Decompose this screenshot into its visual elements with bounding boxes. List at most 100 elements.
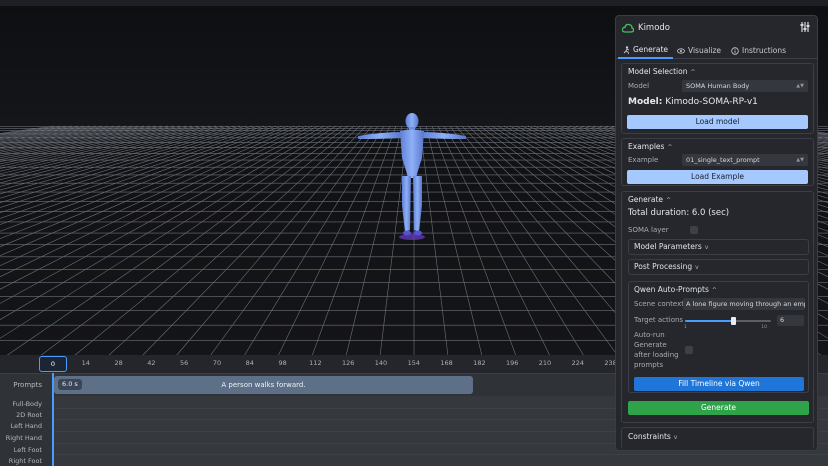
soma-layer-checkbox[interactable] [690, 226, 698, 234]
post-processing-section[interactable]: Post Processing v [628, 259, 809, 275]
ruler-tick: 182 [473, 359, 486, 367]
tab-visualize-label: Visualize [688, 46, 722, 55]
playhead-marker[interactable]: 0 [39, 356, 67, 372]
model-parameters-section[interactable]: Model Parameters v [628, 239, 809, 255]
tab-visualize[interactable]: Visualize [672, 42, 726, 59]
select-arrows-icon: ▲▼ [796, 83, 804, 89]
track-label-prompts: Prompts [13, 381, 42, 389]
model-select-value: SOMA Human Body [686, 82, 750, 90]
panel-header: Kimodo [616, 16, 817, 40]
constraints-title: Constraints [628, 432, 671, 441]
app-title: Kimodo [638, 23, 671, 33]
model-select[interactable]: SOMA Human Body ▲▼ [682, 80, 808, 92]
track-divider [54, 454, 828, 455]
fill-timeline-qwen-button[interactable]: Fill Timeline via Qwen [634, 377, 804, 391]
human-avatar[interactable] [352, 110, 480, 242]
slider-thumb[interactable] [730, 317, 736, 325]
slider-max-label: 10 [761, 325, 767, 330]
generate-header[interactable]: Generate ^ [628, 195, 671, 204]
auto-run-label-line: prompts [634, 361, 664, 369]
caret-up-icon: ^ [690, 69, 696, 76]
model-parameters-header: Model Parameters v [634, 242, 708, 251]
constraints-section[interactable]: Constraints v [621, 427, 814, 449]
track-label-2d-root: 2D Root [16, 411, 42, 419]
prompt-segment[interactable]: A person walks forward. 6.0 s [54, 376, 473, 394]
tab-instructions[interactable]: Instructions [726, 42, 791, 59]
ruler-tick: 70 [212, 359, 222, 367]
model-name-value: Kimodo-SOMA-RP-v1 [665, 97, 758, 107]
eye-icon [677, 47, 685, 54]
track-label-right-hand: Right Hand [5, 434, 42, 442]
examples-header[interactable]: Examples ^ [628, 142, 672, 151]
qwen-title: Qwen Auto-Prompts [634, 285, 709, 294]
generate-button[interactable]: Generate [628, 401, 809, 415]
auto-run-label-line: after loading [634, 351, 679, 359]
panel-tabs: Generate Visualize Instructions [616, 42, 817, 59]
post-processing-header: Post Processing v [634, 262, 699, 271]
caret-down-icon: v [704, 244, 709, 251]
run-figure-icon [623, 45, 630, 54]
model-selection-header[interactable]: Model Selection ^ [628, 67, 696, 76]
sliders-settings-icon[interactable] [799, 21, 811, 33]
qwen-auto-prompts-section: Qwen Auto-Prompts ^ Scene context A lone … [628, 281, 809, 393]
ruler-tick: 168 [440, 359, 453, 367]
load-model-button[interactable]: Load model [627, 115, 808, 129]
example-label: Example [628, 156, 659, 164]
scene-context-label: Scene context [634, 300, 684, 308]
scene-context-input[interactable]: A lone figure moving through an empt [683, 298, 805, 310]
model-label: Model [628, 82, 650, 90]
ruler-tick: 154 [407, 359, 421, 367]
ruler-tick: 56 [180, 359, 189, 367]
caret-down-icon: v [673, 434, 678, 441]
target-actions-label: Target actions [634, 316, 684, 324]
auto-run-checkbox[interactable] [685, 346, 693, 354]
examples-section: Examples ^ Example 01_single_text_prompt ▲… [621, 138, 814, 186]
prompt-duration-badge: 6.0 s [58, 379, 82, 390]
control-panel: Kimodo Generate Visualize Instructions M… [615, 15, 818, 451]
caret-up-icon: ^ [666, 197, 672, 204]
target-actions-input[interactable]: 6 [777, 315, 804, 326]
ruler-tick: 28 [114, 359, 123, 367]
ruler-tick: 196 [505, 359, 519, 367]
constraints-header: Constraints v [628, 432, 677, 441]
example-select-value: 01_single_text_prompt [686, 156, 760, 164]
tab-instructions-label: Instructions [742, 46, 787, 55]
target-actions-slider[interactable]: 1 10 [684, 317, 771, 330]
ruler-tick: 84 [245, 359, 254, 367]
auto-run-label: Auto-run Generate after loading prompts [634, 330, 679, 370]
track-label-right-foot: Right Foot [8, 457, 42, 465]
ruler-tick: 224 [571, 359, 585, 367]
slider-fill [685, 320, 733, 322]
tab-generate[interactable]: Generate [618, 42, 674, 59]
qwen-header[interactable]: Qwen Auto-Prompts ^ [634, 285, 717, 294]
playhead-frame: 0 [50, 360, 56, 368]
cloud-logo-icon [622, 23, 634, 33]
model-name: Model: Kimodo-SOMA-RP-v1 [628, 97, 758, 107]
ruler-tick: 140 [374, 359, 388, 367]
ruler-tick: 42 [147, 359, 156, 367]
model-name-prefix: Model: [628, 97, 663, 107]
track-label-left-hand: Left Hand [10, 422, 42, 430]
caret-up-icon: ^ [667, 144, 673, 151]
post-processing-title: Post Processing [634, 262, 693, 271]
example-select[interactable]: 01_single_text_prompt ▲▼ [682, 154, 808, 166]
generate-title: Generate [628, 195, 664, 204]
model-selection-title: Model Selection [628, 67, 688, 76]
ruler-tick: 14 [81, 359, 90, 367]
soma-layer-label: SOMA layer [628, 226, 669, 234]
ruler-tick: 98 [278, 359, 287, 367]
ruler-tick: 210 [538, 359, 552, 367]
info-icon [731, 46, 739, 55]
auto-run-label-line: Generate [634, 341, 667, 349]
ruler-tick: 126 [341, 359, 355, 367]
track-label-left-foot: Left Foot [13, 446, 42, 454]
slider-min-label: 1 [684, 325, 687, 330]
caret-up-icon: ^ [711, 287, 717, 294]
prompt-segment-text: A person walks forward. [221, 381, 306, 389]
examples-title: Examples [628, 142, 665, 151]
total-duration: Total duration: 6.0 (sec) [628, 208, 730, 218]
load-example-button[interactable]: Load Example [627, 170, 808, 184]
caret-down-icon: v [695, 264, 699, 271]
ruler-tick: 112 [309, 359, 322, 367]
tab-generate-label: Generate [633, 45, 669, 54]
